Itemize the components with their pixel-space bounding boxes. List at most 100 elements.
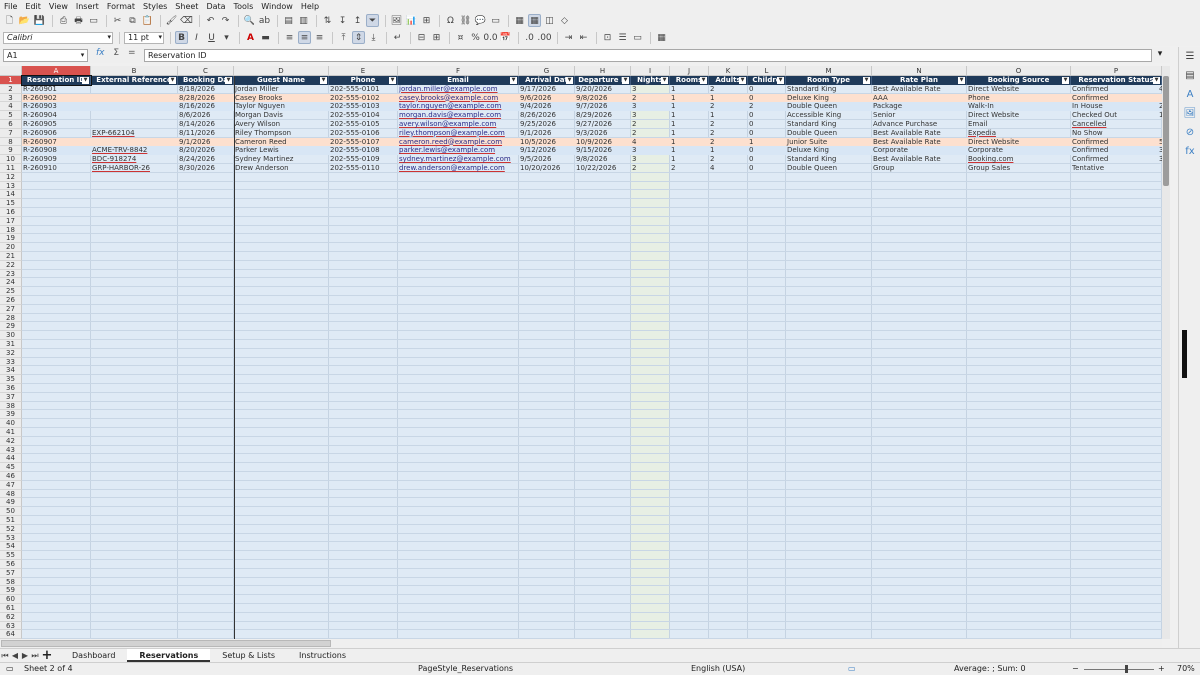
column-header-i[interactable]: I	[631, 66, 670, 76]
align-left-icon[interactable]: ≡	[283, 31, 296, 44]
table-header-cell[interactable]: External Reference ▼	[91, 76, 178, 85]
table-cell[interactable]: Avery Wilson	[234, 120, 329, 129]
column-header-b[interactable]: B	[91, 66, 178, 76]
column-header-k[interactable]: K	[709, 66, 748, 76]
align-bottom-icon[interactable]: ⤓	[367, 31, 380, 44]
align-center-icon[interactable]: ≡	[298, 31, 311, 44]
border-style-icon[interactable]: ☰	[616, 31, 629, 44]
italic-icon[interactable]: I	[190, 31, 203, 44]
table-cell[interactable]: R-260909	[22, 155, 91, 164]
sheet-tab-reservations[interactable]: Reservations	[127, 649, 211, 662]
wrap-text-icon[interactable]: ↵	[391, 31, 404, 44]
row-header[interactable]: 5	[0, 111, 22, 120]
zoom-level[interactable]: 70%	[1177, 663, 1195, 675]
sidebar-grip[interactable]	[1182, 330, 1187, 378]
column-header-o[interactable]: O	[967, 66, 1071, 76]
table-cell[interactable]: 0	[748, 120, 786, 129]
table-cell[interactable]: 8/26/2026	[519, 111, 575, 120]
sheet-tab-dashboard[interactable]: Dashboard	[60, 649, 127, 662]
row-header[interactable]: 48	[0, 489, 22, 499]
row-header[interactable]: 34	[0, 366, 22, 376]
table-cell[interactable]: Direct Website	[967, 138, 1071, 147]
chevron-down-icon[interactable]: ▾	[78, 49, 87, 62]
table-header-cell[interactable]: Departure D ▼	[575, 76, 631, 85]
table-cell[interactable]: Morgan Davis	[234, 111, 329, 120]
table-cell[interactable]: 10/20/2026	[519, 164, 575, 173]
table-cell[interactable]: 9/12/2026	[519, 146, 575, 155]
row-header[interactable]: 38	[0, 401, 22, 411]
row-header[interactable]: 30	[0, 331, 22, 340]
menu-file[interactable]: File	[4, 2, 17, 11]
row-header[interactable]: 64	[0, 630, 22, 639]
menu-tools[interactable]: Tools	[234, 2, 254, 11]
table-cell[interactable]: Confirmed	[1071, 94, 1162, 103]
table-cell[interactable]: R-260905	[22, 120, 91, 129]
function-wizard-icon[interactable]: fx	[96, 48, 105, 58]
row-header[interactable]: 29	[0, 322, 22, 332]
row-header[interactable]: 14	[0, 190, 22, 200]
clone-formatting-icon[interactable]: 🖌	[165, 14, 178, 27]
table-cell[interactable]: 10/22/2026	[575, 164, 631, 173]
row-header[interactable]: 42	[0, 436, 22, 446]
gallery-icon[interactable]: 🖼	[1183, 108, 1197, 122]
table-cell[interactable]: Email	[967, 120, 1071, 129]
font-color-icon[interactable]: A	[244, 31, 257, 44]
filter-dropdown-icon[interactable]: ▼	[169, 77, 176, 84]
table-cell[interactable]: 0	[748, 129, 786, 138]
table-cell[interactable]: R-260906	[22, 129, 91, 138]
row-header[interactable]: 25	[0, 287, 22, 296]
row-header[interactable]: 22	[0, 260, 22, 270]
table-cell[interactable]: Group	[872, 164, 967, 173]
row-header[interactable]: 63	[0, 621, 22, 631]
table-cell[interactable]: Best Available Rate	[872, 138, 967, 147]
table-cell[interactable]: Double Queen	[786, 164, 872, 173]
table-cell[interactable]: 0	[748, 146, 786, 155]
properties-icon[interactable]: ▤	[1183, 70, 1197, 84]
row-header[interactable]: 4	[0, 102, 22, 112]
row-header[interactable]: 20	[0, 243, 22, 252]
row-header[interactable]: 40	[0, 419, 22, 428]
table-cell[interactable]: 4	[631, 138, 670, 147]
table-cell[interactable]: 3	[631, 155, 670, 164]
row-header[interactable]: 60	[0, 595, 22, 604]
table-cell[interactable]: 1	[709, 94, 748, 103]
filter-dropdown-icon[interactable]: ▼	[1153, 77, 1160, 84]
table-header-cell[interactable]: Arrival Dat ▼	[519, 76, 575, 85]
table-cell[interactable]: Tentative	[1071, 164, 1162, 173]
row-header[interactable]: 10	[0, 155, 22, 164]
percent-format-icon[interactable]: %	[469, 31, 482, 44]
table-cell[interactable]: GRP-HARBOR-26	[91, 164, 178, 173]
column-header-a[interactable]: A	[22, 66, 91, 76]
undo-icon[interactable]: ↶	[204, 14, 217, 27]
table-cell[interactable]: 9/5/2026	[519, 155, 575, 164]
table-cell[interactable]: Confirmed	[1071, 138, 1162, 147]
table-cell[interactable]: morgan.davis@example.com	[398, 111, 519, 120]
table-cell[interactable]: Casey Brooks	[234, 94, 329, 103]
row-header[interactable]: 35	[0, 375, 22, 384]
table-cell[interactable]: Standard King	[786, 85, 872, 94]
row-header[interactable]: 56	[0, 560, 22, 569]
table-cell[interactable]: 1	[670, 102, 709, 111]
bold-icon[interactable]: B	[175, 31, 188, 44]
table-cell[interactable]: R-260903	[22, 102, 91, 111]
table-header-cell[interactable]: Guest Name ▼	[234, 76, 329, 85]
table-cell[interactable]: Corporate	[872, 146, 967, 155]
page-style[interactable]: PageStyle_Reservations	[418, 663, 513, 675]
table-cell[interactable]: No Show	[1071, 129, 1162, 138]
sheet-tab-setup-lists[interactable]: Setup & Lists	[210, 649, 287, 662]
last-sheet-icon[interactable]: ⏭	[30, 651, 40, 661]
table-cell[interactable]: 9/4/2026	[519, 102, 575, 111]
table-cell[interactable]: 9/27/2026	[575, 120, 631, 129]
table-cell[interactable]: jordan.miller@example.com	[398, 85, 519, 94]
row-header[interactable]: 15	[0, 199, 22, 208]
table-cell[interactable]: Direct Website	[967, 111, 1071, 120]
menu-help[interactable]: Help	[301, 2, 319, 11]
borders-icon[interactable]: ⊡	[601, 31, 614, 44]
vertical-scrollbar[interactable]	[1162, 66, 1170, 639]
styles-icon[interactable]: A	[1183, 89, 1197, 103]
table-cell[interactable]: 2	[748, 102, 786, 111]
special-character-icon[interactable]: Ω	[444, 14, 457, 27]
table-cell[interactable]: 8/20/2026	[178, 146, 234, 155]
row-header[interactable]: 13	[0, 181, 22, 191]
table-cell[interactable]: 1	[670, 94, 709, 103]
